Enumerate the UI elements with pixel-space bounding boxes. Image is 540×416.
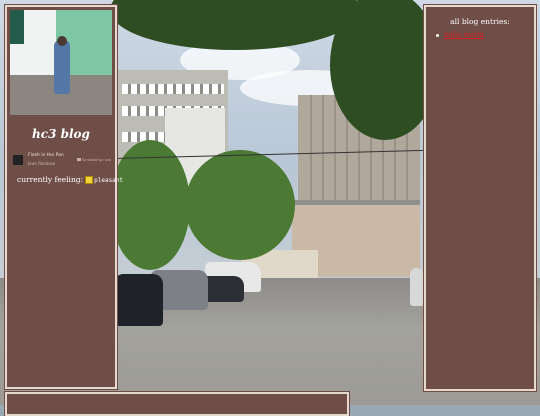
music-note-icon — [77, 158, 81, 161]
entry-link[interactable]: hello world — [444, 31, 484, 39]
mood-status: currently feeling: pleasant — [17, 175, 123, 184]
profile-photo — [10, 10, 112, 115]
car — [410, 268, 424, 306]
smiley-icon — [85, 176, 94, 184]
tree — [110, 140, 190, 270]
profile-sidebar: hc3 blog Flesh in the Pan Jaws Rainbow S… — [5, 5, 123, 389]
mood-value: pleasant — [94, 177, 124, 184]
scrobble-status: Scrobbling now — [77, 157, 111, 162]
tree — [185, 150, 295, 260]
entries-sidebar: all blog entries: hello world — [424, 5, 536, 391]
entries-heading: all blog entries: — [450, 17, 510, 26]
track-name: Flesh in the Pan — [28, 153, 64, 158]
car — [115, 274, 163, 326]
list-item: hello world — [436, 31, 484, 39]
bullet-icon — [436, 33, 439, 37]
bottom-content-panel — [5, 392, 349, 416]
album-cover — [13, 155, 23, 165]
blog-title: hc3 blog — [32, 127, 90, 141]
mood-label: currently feeling: — [17, 175, 84, 184]
now-playing-widget[interactable]: Flesh in the Pan Jaws Rainbow Scrobbling… — [13, 153, 111, 171]
artist-name: Jaws Rainbow — [28, 161, 56, 166]
